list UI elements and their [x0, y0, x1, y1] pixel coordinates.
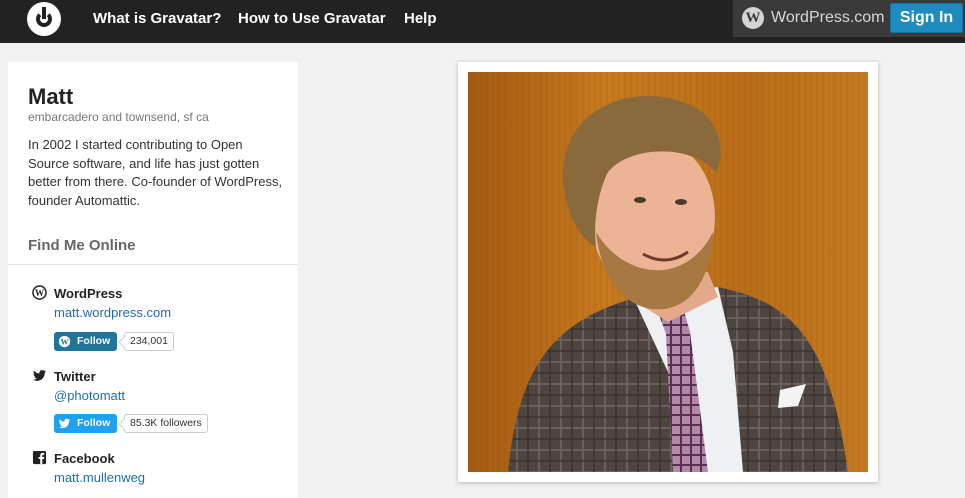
- profile-photo-frame: [458, 62, 878, 482]
- twitter-icon: [32, 370, 47, 381]
- nav-help[interactable]: Help: [404, 10, 437, 27]
- svg-text:W: W: [60, 337, 68, 346]
- account-name-twitter: Twitter: [54, 369, 96, 384]
- nav-what-is-gravatar[interactable]: What is Gravatar?: [93, 10, 221, 27]
- twitter-follower-count: 85.3K followers: [124, 414, 208, 433]
- facebook-icon: [32, 450, 47, 465]
- gravatar-logo-icon[interactable]: [27, 2, 61, 36]
- account-link-twitter[interactable]: @photomatt: [54, 388, 125, 403]
- follow-label: Follow: [77, 417, 111, 429]
- account-link-facebook[interactable]: matt.mullenweg: [54, 470, 145, 485]
- profile-sidebar: Matt embarcadero and townsend, sf ca In …: [8, 62, 298, 498]
- follow-label: Follow: [77, 335, 111, 347]
- wordpress-label: WordPress.com: [771, 9, 885, 26]
- profile-name: Matt: [28, 84, 74, 109]
- nav-how-to-use[interactable]: How to Use Gravatar: [238, 10, 386, 27]
- top-nav-bar: What is Gravatar? How to Use Gravatar He…: [0, 0, 965, 43]
- profile-location: embarcadero and townsend, sf ca: [28, 110, 209, 124]
- twitter-follow-button[interactable]: Follow: [54, 414, 117, 433]
- logo-stem: [42, 7, 46, 19]
- wordpress-follow-button[interactable]: W Follow: [54, 332, 117, 351]
- account-link-wordpress[interactable]: matt.wordpress.com: [54, 305, 171, 320]
- sign-in-button[interactable]: Sign In: [890, 3, 963, 33]
- account-name-facebook: Facebook: [54, 451, 115, 466]
- wordpress-icon: W: [58, 335, 71, 348]
- wordpress-icon: W: [32, 285, 47, 300]
- svg-text:W: W: [35, 289, 45, 299]
- wordpress-logo-icon: W: [742, 7, 764, 29]
- find-me-online-title: Find Me Online: [28, 237, 136, 254]
- wordpress-follower-count: 234,001: [124, 332, 174, 351]
- section-divider: [8, 264, 298, 265]
- account-name-wordpress: WordPress: [54, 286, 123, 301]
- twitter-bird-icon: [58, 418, 71, 429]
- profile-bio: In 2002 I started contributing to Open S…: [28, 137, 283, 208]
- profile-photo[interactable]: [468, 72, 868, 472]
